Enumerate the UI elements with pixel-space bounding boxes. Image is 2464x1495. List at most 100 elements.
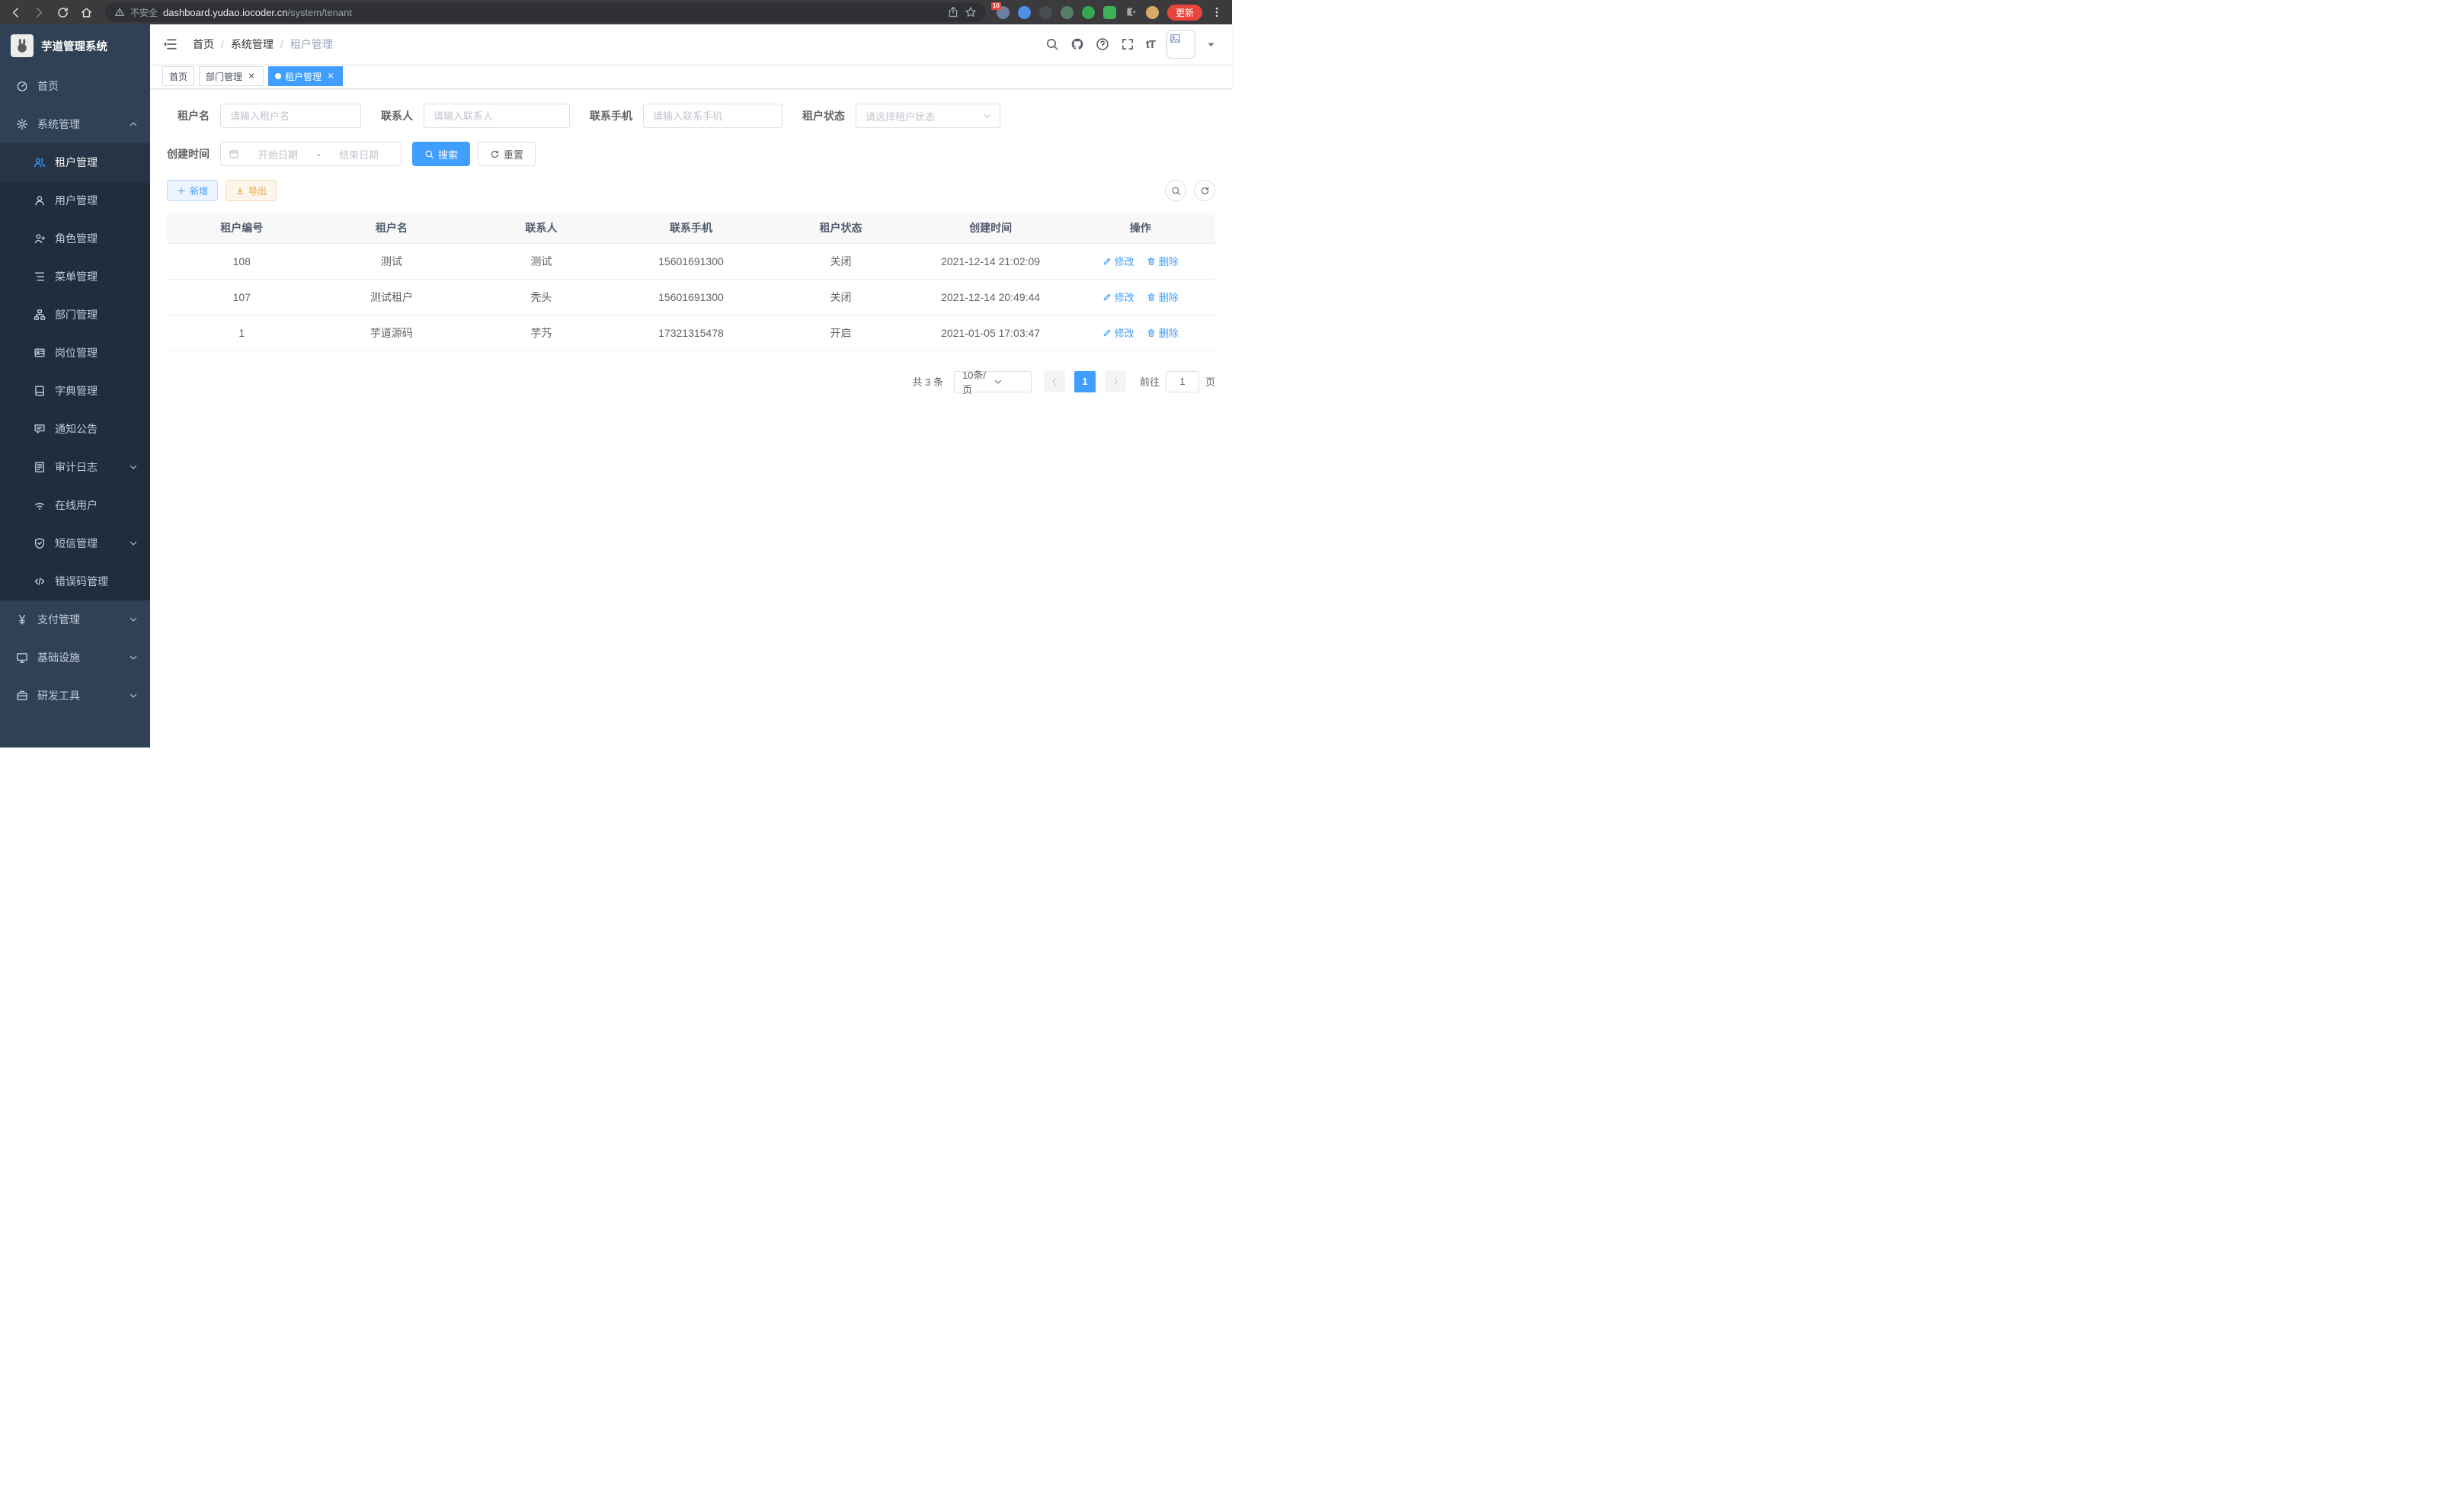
sidebar-item-devtools[interactable]: 研发工具: [0, 677, 150, 715]
error-code-icon: [34, 575, 46, 587]
sidebar-item-online-user[interactable]: 在线用户: [0, 486, 150, 524]
help-icon[interactable]: [1096, 37, 1109, 51]
tags-view: 首页部门管理×租户管理×: [150, 64, 1232, 89]
filter-form: 租户名 联系人 联系手机 租户状态: [167, 104, 1215, 166]
edit-button[interactable]: 修改: [1102, 254, 1134, 268]
extension-green-chat-icon[interactable]: [1103, 6, 1116, 19]
extension-dark-sphere-icon[interactable]: [1039, 6, 1052, 19]
broken-image-icon: [1170, 33, 1192, 44]
goto-page-input[interactable]: [1166, 371, 1199, 392]
security-label[interactable]: 不安全: [130, 6, 158, 19]
sidebar-item-menu[interactable]: 菜单管理: [0, 258, 150, 296]
github-icon[interactable]: [1070, 37, 1084, 51]
tab-dept[interactable]: 部门管理 ×: [199, 66, 264, 86]
search-icon[interactable]: [1045, 37, 1059, 51]
sidebar-item-user[interactable]: 用户管理: [0, 181, 150, 219]
sidebar-item-dict[interactable]: 字典管理: [0, 372, 150, 410]
logo-image: [11, 34, 34, 57]
back-icon[interactable]: [9, 6, 22, 19]
export-button[interactable]: 导出: [226, 180, 277, 201]
tenant-name-input[interactable]: [220, 104, 361, 128]
delete-button[interactable]: 删除: [1147, 254, 1179, 268]
edit-button-label: 修改: [1115, 325, 1134, 340]
tab-label: 部门管理: [206, 70, 242, 83]
bookmark-star-icon[interactable]: [965, 6, 977, 18]
delete-button[interactable]: 删除: [1147, 290, 1179, 304]
share-icon[interactable]: [947, 6, 959, 18]
dashboard-icon: [16, 80, 28, 92]
sidebar-item-label: 审计日志: [55, 459, 129, 475]
table-toolbar: 新增 导出: [167, 180, 1215, 201]
extension-green-circle-icon[interactable]: [1082, 6, 1095, 19]
search-button[interactable]: 搜索: [412, 142, 470, 166]
caret-down-icon[interactable]: [1207, 40, 1215, 49]
reset-button[interactable]: 重置: [478, 142, 536, 166]
browser-nav-buttons: [9, 6, 93, 19]
contact-input[interactable]: [424, 104, 570, 128]
logo[interactable]: 芋道管理系统: [0, 24, 150, 67]
screen: 不安全 dashboard.yudao.iocoder.cn/system/te…: [0, 0, 1232, 748]
delete-button[interactable]: 删除: [1147, 325, 1179, 340]
extensions-puzzle-icon[interactable]: [1125, 6, 1138, 19]
avatar[interactable]: [1166, 30, 1195, 59]
edit-icon: [1102, 293, 1112, 302]
add-button[interactable]: 新增: [167, 180, 218, 201]
dict-icon: [34, 385, 46, 397]
column-header: 创建时间: [916, 213, 1066, 243]
sidebar-item-infra[interactable]: 基础设施: [0, 639, 150, 677]
edit-button[interactable]: 修改: [1102, 325, 1134, 340]
edit-button[interactable]: 修改: [1102, 290, 1134, 304]
cell-phone: 17321315478: [616, 315, 766, 351]
font-size-icon[interactable]: tT: [1146, 37, 1155, 51]
goto-label: 前往: [1140, 374, 1160, 389]
sidebar-item-notice[interactable]: 通知公告: [0, 410, 150, 448]
address-bar[interactable]: 不安全 dashboard.yudao.iocoder.cn/system/te…: [105, 3, 986, 22]
payment-icon: [16, 613, 28, 626]
phone-input[interactable]: [643, 104, 782, 128]
refresh-table-button[interactable]: [1194, 180, 1215, 201]
breadcrumb-item[interactable]: 系统管理: [231, 37, 274, 52]
sidebar-item-role[interactable]: 角色管理: [0, 219, 150, 258]
pagination: 共 3 条 10条/页 1 前往 页: [167, 371, 1215, 392]
sidebar-item-label: 岗位管理: [55, 345, 138, 360]
page-size-select[interactable]: 10条/页: [954, 371, 1032, 392]
extension-muted-green-icon[interactable]: [1061, 6, 1074, 19]
sidebar-item-home[interactable]: 首页: [0, 67, 150, 105]
fullscreen-icon[interactable]: [1121, 37, 1134, 51]
profile-avatar[interactable]: [1146, 6, 1159, 19]
create-time-range-picker[interactable]: 开始日期 - 结束日期: [220, 142, 402, 166]
sidebar-item-sms[interactable]: 短信管理: [0, 524, 150, 562]
tenant-status-select[interactable]: 请选择租户状态: [856, 104, 1000, 128]
reload-icon[interactable]: [56, 6, 69, 19]
extension-blue-drop-icon[interactable]: [1018, 6, 1031, 19]
cell-status: 开启: [766, 315, 916, 351]
breadcrumb-item[interactable]: 首页: [193, 37, 214, 52]
tab-close-icon[interactable]: ×: [325, 71, 336, 82]
table-row: 108测试测试15601691300关闭2021-12-14 21:02:09修…: [167, 243, 1215, 279]
sidebar-item-error-code[interactable]: 错误码管理: [0, 562, 150, 600]
next-page-button[interactable]: [1105, 371, 1126, 392]
sidebar-item-audit-log[interactable]: 审计日志: [0, 448, 150, 486]
sidebar-item-post[interactable]: 岗位管理: [0, 334, 150, 372]
hamburger-icon[interactable]: [162, 37, 178, 52]
status-label: 租户状态: [802, 108, 856, 123]
content: 租户名 联系人 联系手机 租户状态: [150, 89, 1232, 748]
sidebar-item-dept[interactable]: 部门管理: [0, 296, 150, 334]
browser-menu-icon[interactable]: [1211, 6, 1223, 18]
update-button[interactable]: 更新: [1167, 5, 1202, 21]
plus-icon: [177, 186, 186, 195]
sidebar-item-system[interactable]: 系统管理: [0, 105, 150, 143]
pagination-total: 共 3 条: [913, 374, 943, 389]
page-number-1[interactable]: 1: [1074, 371, 1096, 392]
prev-page-button[interactable]: [1044, 371, 1065, 392]
toggle-search-button[interactable]: [1165, 180, 1186, 201]
tab-close-icon[interactable]: ×: [246, 71, 257, 82]
sidebar-item-payment[interactable]: 支付管理: [0, 600, 150, 639]
browser-extensions-area: 10 更新: [992, 5, 1223, 21]
dept-icon: [34, 309, 46, 321]
tab-tenant[interactable]: 租户管理×: [268, 66, 343, 86]
tab-home[interactable]: 首页: [162, 66, 194, 86]
extension-badged-icon[interactable]: 10: [997, 6, 1010, 19]
sidebar-item-tenant[interactable]: 租户管理: [0, 143, 150, 181]
browser-home-icon[interactable]: [80, 6, 93, 19]
